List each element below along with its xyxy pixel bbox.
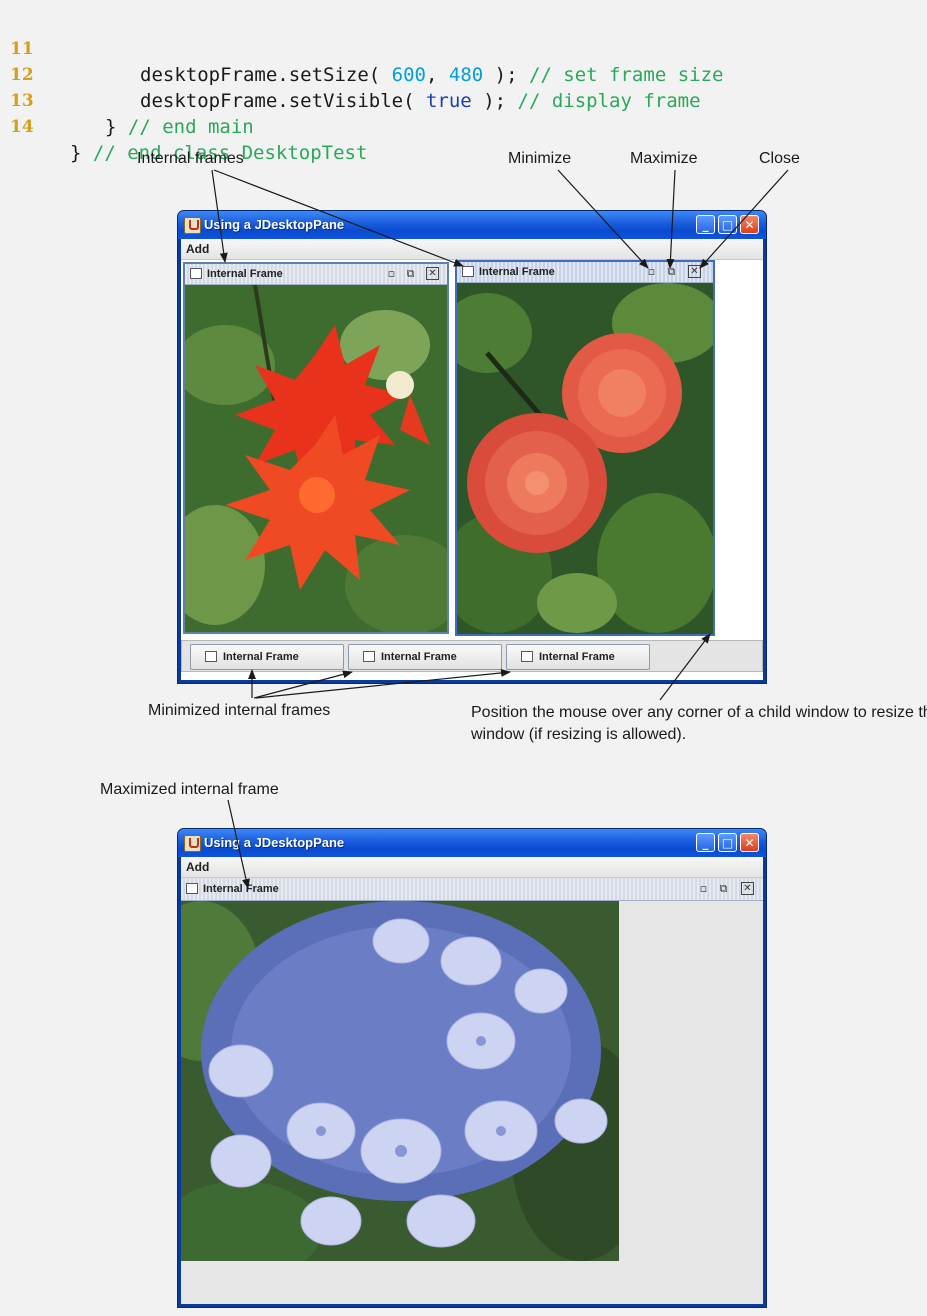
desktop-pane: Internal Frame ▫ ⧉ ✕ bbox=[181, 878, 763, 1304]
java-icon bbox=[184, 835, 201, 852]
window-minimize-button[interactable]: _ bbox=[696, 215, 715, 234]
internal-frame-title: Internal Frame bbox=[207, 268, 283, 280]
iconify-icon[interactable]: ▫ bbox=[697, 882, 710, 895]
code-line: 13 } // end main bbox=[0, 62, 254, 138]
code-line: 14 } // end class DesktopTest bbox=[0, 88, 367, 164]
minimize-icon: _ bbox=[702, 217, 709, 232]
frame-icon bbox=[363, 651, 375, 662]
code-token: // end main bbox=[127, 116, 254, 138]
minimized-frame-3[interactable]: Internal Frame bbox=[506, 644, 650, 670]
close-icon: ✕ bbox=[744, 217, 755, 232]
internal-frame-title: Internal Frame bbox=[203, 883, 279, 895]
internal-frame-titlebar[interactable]: Internal Frame ▫ ⧉ ✕ bbox=[457, 262, 713, 283]
minimized-frames-label: Minimized internal frames bbox=[148, 702, 331, 719]
minimized-frame-title: Internal Frame bbox=[381, 651, 457, 663]
code-text: } // end main bbox=[105, 114, 254, 140]
hydrangea-photo bbox=[181, 901, 619, 1261]
code-token: true bbox=[425, 90, 472, 112]
restore-icon[interactable]: ⧉ bbox=[404, 267, 417, 280]
code-token: 480 bbox=[448, 64, 484, 86]
minimize-icon: _ bbox=[702, 835, 709, 850]
internal-frame[interactable]: Internal Frame ▫ ⧉ ✕ bbox=[455, 260, 715, 636]
code-text: desktopFrame.setSize( 600, 480 ); // set… bbox=[140, 62, 723, 88]
hydrangea-image bbox=[181, 901, 619, 1261]
window-maximize-button[interactable]: □ bbox=[718, 833, 737, 852]
minimize-label: Minimize bbox=[508, 150, 572, 167]
window-titlebar[interactable]: Using a JDesktopPane _ □ ✕ bbox=[178, 211, 766, 239]
code-token: ); bbox=[483, 64, 529, 86]
desktop-pane: Internal Frame ▫ ⧉ ✕ bbox=[181, 260, 763, 680]
window-title: Using a JDesktopPane bbox=[204, 217, 345, 232]
window-content: Add Internal Frame ▫ ⧉ ✕ bbox=[181, 857, 763, 1304]
code-text: desktopFrame.setVisible( true ); // disp… bbox=[140, 88, 701, 114]
minimized-frame-title: Internal Frame bbox=[539, 651, 615, 663]
minimized-frame-title: Internal Frame bbox=[223, 651, 299, 663]
menu-bar: Add bbox=[181, 239, 763, 260]
code-token: desktopFrame.setSize( bbox=[140, 64, 392, 86]
main-window: Using a JDesktopPane _ □ ✕ Add Internal … bbox=[177, 210, 767, 684]
maximize-label: Maximize bbox=[630, 150, 698, 167]
iconify-icon[interactable]: ▫ bbox=[385, 267, 398, 280]
menu-add[interactable]: Add bbox=[186, 242, 209, 256]
code-line: 11 desktopFrame.setSize( 600, 480 ); // … bbox=[0, 10, 723, 86]
maximize-icon: □ bbox=[721, 835, 734, 850]
code-token: } bbox=[105, 116, 128, 138]
internal-frames-label: Internal frames bbox=[137, 150, 244, 167]
line-number: 14 bbox=[10, 117, 34, 137]
minimized-frame-2[interactable]: Internal Frame bbox=[348, 644, 502, 670]
restore-icon[interactable]: ⧉ bbox=[665, 265, 678, 278]
minimized-frame-1[interactable]: Internal Frame bbox=[190, 644, 344, 670]
window-close-button[interactable]: ✕ bbox=[740, 833, 759, 852]
frame-close-icon[interactable]: ✕ bbox=[741, 882, 754, 895]
close-label: Close bbox=[759, 150, 800, 167]
frame-close-icon[interactable]: ✕ bbox=[688, 265, 701, 278]
code-line: 12 desktopFrame.setVisible( true ); // d… bbox=[0, 36, 701, 112]
menu-bar: Add bbox=[181, 857, 763, 878]
code-token: 600 bbox=[391, 64, 426, 86]
minimized-frames-bar: Internal Frame Internal Frame Internal F… bbox=[181, 640, 763, 672]
maximized-frame-label: Maximized internal frame bbox=[100, 781, 279, 798]
window-content: Add Internal Frame ▫ ⧉ ✕ bbox=[181, 239, 763, 680]
code-token: desktopFrame.setVisible( bbox=[140, 90, 426, 112]
red-dahlia-image bbox=[185, 285, 447, 632]
resize-note: Position the mouse over any corner of a … bbox=[471, 704, 927, 743]
code-token: } bbox=[70, 142, 93, 164]
code-token: // set frame size bbox=[528, 64, 724, 86]
frame-icon bbox=[190, 268, 202, 279]
window-minimize-button[interactable]: _ bbox=[696, 833, 715, 852]
frame-icon bbox=[186, 883, 198, 894]
red-dahlia-photo bbox=[185, 285, 447, 632]
window-title: Using a JDesktopPane bbox=[204, 835, 345, 850]
window-maximize-button[interactable]: □ bbox=[718, 215, 737, 234]
maximized-frame-titlebar[interactable]: Internal Frame ▫ ⧉ ✕ bbox=[181, 878, 763, 901]
frame-icon bbox=[205, 651, 217, 662]
frame-icon bbox=[521, 651, 533, 662]
restore-icon[interactable]: ⧉ bbox=[717, 882, 730, 895]
internal-frame-titlebar[interactable]: Internal Frame ▫ ⧉ ✕ bbox=[185, 264, 447, 285]
coral-dahlia-image bbox=[457, 283, 713, 634]
code-listing: 11 desktopFrame.setSize( 600, 480 ); // … bbox=[0, 0, 927, 164]
java-icon bbox=[184, 217, 201, 234]
main-window-maximized: Using a JDesktopPane _ □ ✕ Add Internal … bbox=[177, 828, 767, 1308]
code-token: // display frame bbox=[517, 90, 701, 112]
internal-frame-title: Internal Frame bbox=[479, 266, 555, 278]
window-titlebar[interactable]: Using a JDesktopPane _ □ ✕ bbox=[178, 829, 766, 857]
window-close-button[interactable]: ✕ bbox=[740, 215, 759, 234]
iconify-icon[interactable]: ▫ bbox=[645, 265, 658, 278]
code-token: ); bbox=[471, 90, 518, 112]
maximize-icon: □ bbox=[721, 217, 734, 232]
internal-frame[interactable]: Internal Frame ▫ ⧉ ✕ bbox=[183, 262, 449, 634]
close-icon: ✕ bbox=[744, 835, 755, 850]
code-token: , bbox=[426, 64, 449, 86]
coral-dahlia-photo bbox=[457, 283, 713, 634]
frame-icon bbox=[462, 266, 474, 277]
frame-close-icon[interactable]: ✕ bbox=[426, 267, 439, 280]
menu-add[interactable]: Add bbox=[186, 860, 209, 874]
